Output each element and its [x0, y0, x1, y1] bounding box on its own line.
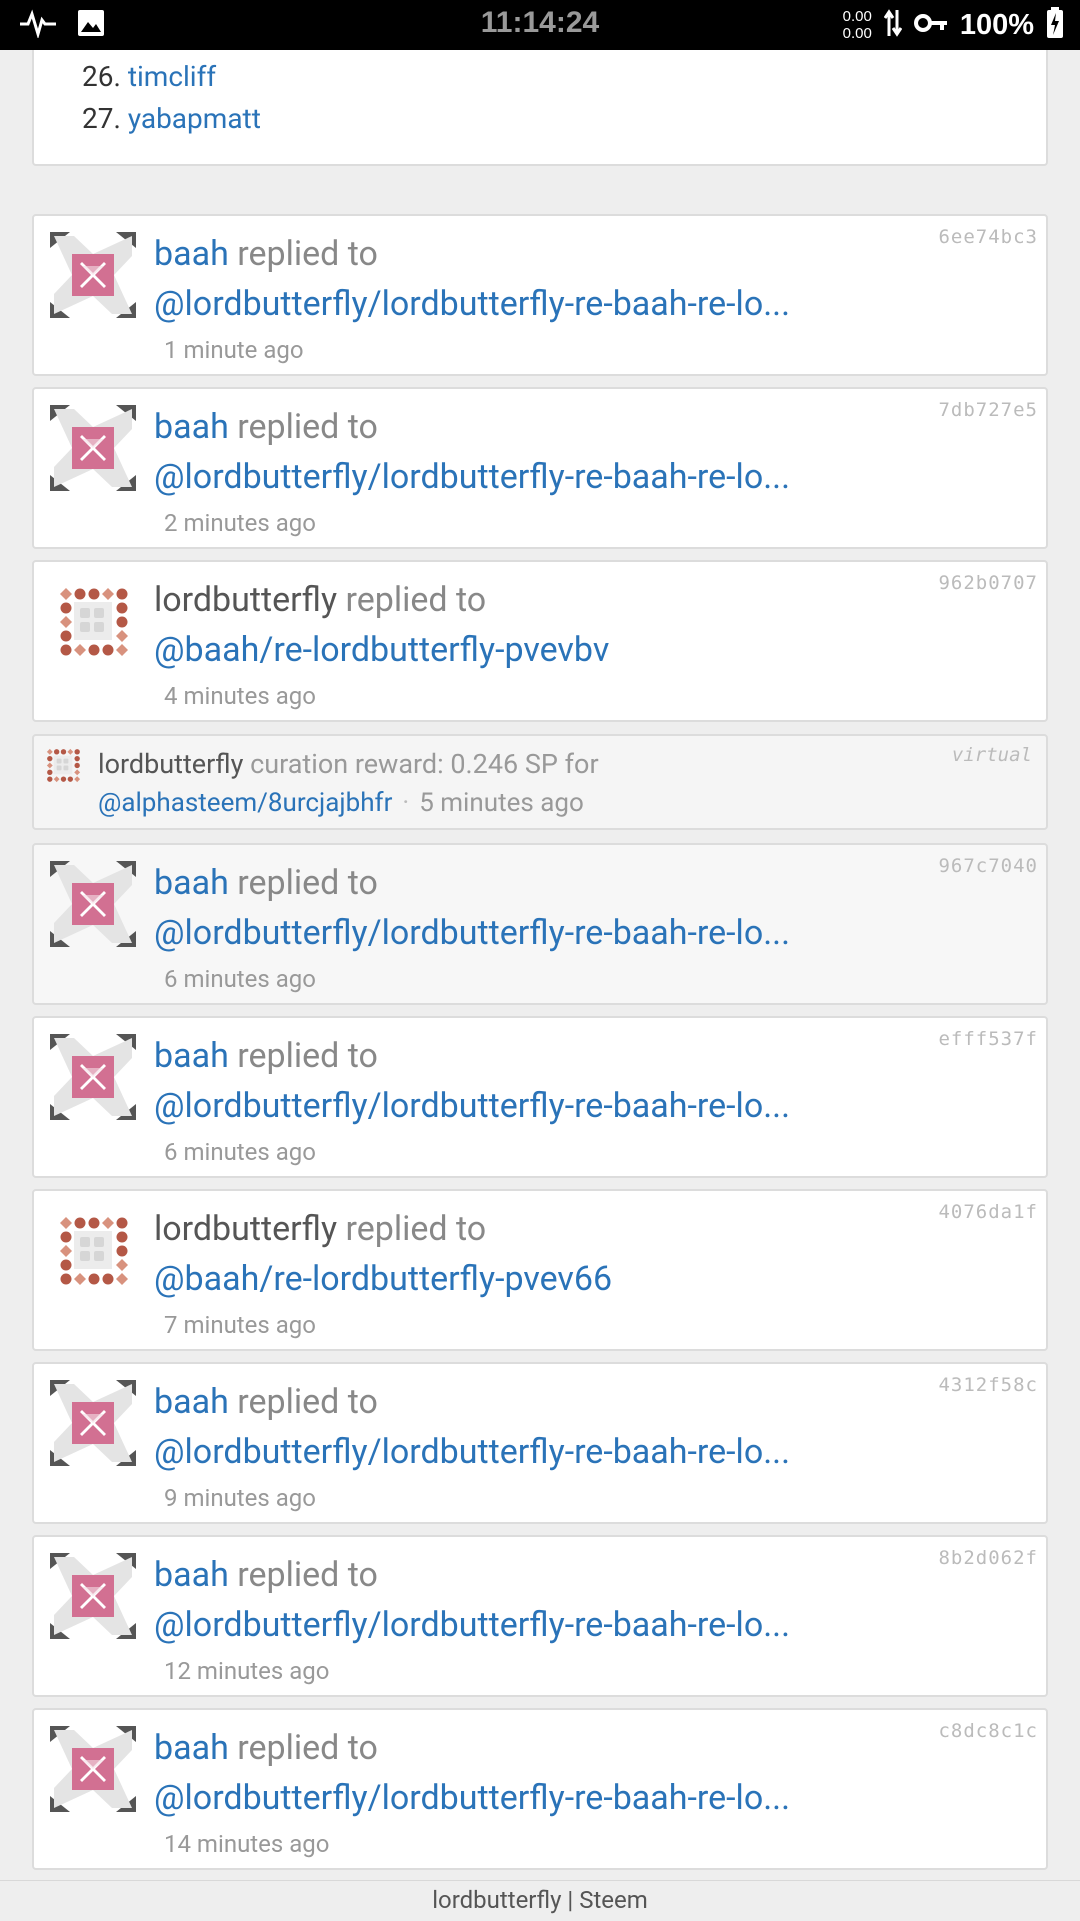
virtual-op-row: lordbutterfly curation reward: 0.246 SP …	[32, 734, 1048, 830]
user-link[interactable]: baah	[154, 407, 229, 447]
avatar[interactable]	[50, 1380, 136, 1466]
activity-card[interactable]: lordbutterfly replied to @baah/re-lordbut…	[32, 560, 1048, 722]
avatar[interactable]	[50, 578, 136, 664]
op-hash[interactable]: efff537f	[938, 1028, 1038, 1050]
activity-card[interactable]: baah replied to @lordbutterfly/lordbutter…	[32, 1535, 1048, 1697]
avatar[interactable]	[50, 1726, 136, 1812]
post-link[interactable]: @lordbutterfly/lordbutterfly-re-baah-re-…	[154, 457, 790, 497]
activity-summary: lordbutterfly replied to	[154, 580, 486, 620]
user-link[interactable]: lordbutterfly	[154, 1209, 337, 1249]
timestamp: 4 minutes ago	[164, 682, 316, 710]
activity-summary: baah replied to	[154, 1555, 378, 1595]
action-text: replied to	[237, 1555, 378, 1595]
post-link[interactable]: @baah/re-lordbutterfly-pvev66	[154, 1259, 612, 1299]
post-link[interactable]: @lordbutterfly/lordbutterfly-re-baah-re-…	[154, 913, 790, 953]
rank-item: 27. yabapmatt	[82, 102, 261, 135]
user-link[interactable]: baah	[154, 1036, 229, 1076]
rank-number: 26.	[82, 60, 121, 93]
activity-card[interactable]: baah replied to @lordbutterfly/lordbutter…	[32, 387, 1048, 549]
user-link[interactable]: lordbutterfly	[98, 748, 243, 780]
virtual-op-summary: lordbutterfly curation reward: 0.246 SP …	[98, 748, 599, 780]
activity-card[interactable]: baah replied to @lordbutterfly/lordbutter…	[32, 214, 1048, 376]
activity-card[interactable]: baah replied to @lordbutterfly/lordbutter…	[32, 843, 1048, 1005]
op-hash[interactable]: 8b2d062f	[938, 1547, 1038, 1569]
timestamp: 7 minutes ago	[164, 1311, 316, 1339]
user-link[interactable]: baah	[154, 1382, 229, 1422]
rank-user-link[interactable]: timcliff	[128, 60, 216, 93]
op-hash: virtual	[951, 744, 1032, 766]
op-hash[interactable]: 4076da1f	[938, 1201, 1038, 1223]
status-bar: 11:14:24 0.00 0.00 100%	[0, 0, 1080, 50]
activity-card[interactable]: lordbutterfly replied to @baah/re-lordbut…	[32, 1189, 1048, 1351]
activity-summary: baah replied to	[154, 863, 378, 903]
activity-summary: baah replied to	[154, 234, 378, 274]
activity-card[interactable]: baah replied to @lordbutterfly/lordbutter…	[32, 1362, 1048, 1524]
action-text: replied to	[345, 580, 487, 620]
avatar[interactable]	[42, 744, 84, 786]
virtual-op-text: curation reward: 0.246 SP for	[250, 748, 599, 780]
timestamp: 12 minutes ago	[164, 1657, 330, 1685]
rank-user-link[interactable]: yabapmatt	[128, 102, 261, 135]
post-link[interactable]: @lordbutterfly/lordbutterfly-re-baah-re-…	[154, 1605, 790, 1645]
timestamp: 1 minute ago	[164, 336, 304, 364]
op-hash[interactable]: 962b0707	[938, 572, 1038, 594]
avatar[interactable]	[50, 1207, 136, 1293]
user-link[interactable]: baah	[154, 863, 229, 903]
avatar[interactable]	[50, 405, 136, 491]
post-link[interactable]: @baah/re-lordbutterfly-pvevbv	[154, 630, 609, 670]
rank-number: 27.	[82, 102, 121, 135]
post-link[interactable]: @lordbutterfly/lordbutterfly-re-baah-re-…	[154, 284, 790, 324]
activity-summary: baah replied to	[154, 407, 378, 447]
timestamp: 6 minutes ago	[164, 1138, 316, 1166]
activity-card[interactable]: baah replied to @lordbutterfly/lordbutter…	[32, 1708, 1048, 1870]
page-title-footer: lordbutterfly | Steem	[0, 1880, 1080, 1921]
action-text: replied to	[237, 1728, 378, 1768]
op-hash[interactable]: c8dc8c1c	[938, 1720, 1038, 1742]
battery-charging-icon	[1046, 7, 1064, 43]
rank-item: 26. timcliff	[82, 60, 216, 93]
virtual-op-detail: @alphasteem/8urcjajbhfr · 5 minutes ago	[98, 788, 584, 818]
timestamp: 6 minutes ago	[164, 965, 316, 993]
activity-summary: baah replied to	[154, 1382, 378, 1422]
timestamp: 2 minutes ago	[164, 509, 316, 537]
avatar[interactable]	[50, 861, 136, 947]
timestamp: 5 minutes ago	[419, 788, 584, 818]
avatar[interactable]	[50, 1034, 136, 1120]
action-text: replied to	[237, 1382, 378, 1422]
user-link[interactable]: baah	[154, 234, 229, 274]
activity-summary: baah replied to	[154, 1728, 378, 1768]
timestamp: 9 minutes ago	[164, 1484, 316, 1512]
action-text: replied to	[345, 1209, 487, 1249]
avatar[interactable]	[50, 232, 136, 318]
user-link[interactable]: lordbutterfly	[154, 580, 337, 620]
network-speed: 0.00 0.00	[842, 8, 872, 42]
post-link[interactable]: @lordbutterfly/lordbutterfly-re-baah-re-…	[154, 1778, 790, 1818]
witness-ranking-card: 26. timcliff 27. yabapmatt	[32, 50, 1048, 166]
op-hash[interactable]: 4312f58c	[938, 1374, 1038, 1396]
user-link[interactable]: baah	[154, 1728, 229, 1768]
data-arrows-icon	[883, 8, 903, 42]
timestamp: 14 minutes ago	[164, 1830, 330, 1858]
battery-level: 100%	[959, 8, 1034, 41]
user-link[interactable]: baah	[154, 1555, 229, 1595]
action-text: replied to	[237, 407, 378, 447]
vpn-key-icon	[913, 12, 948, 38]
separator: ·	[402, 788, 410, 818]
activity-summary: baah replied to	[154, 1036, 378, 1076]
op-hash[interactable]: 6ee74bc3	[938, 226, 1038, 248]
activity-summary: lordbutterfly replied to	[154, 1209, 486, 1249]
avatar[interactable]	[50, 1553, 136, 1639]
activity-card[interactable]: baah replied to @lordbutterfly/lordbutter…	[32, 1016, 1048, 1178]
post-link[interactable]: @lordbutterfly/lordbutterfly-re-baah-re-…	[154, 1086, 790, 1126]
action-text: replied to	[237, 234, 378, 274]
post-link[interactable]: @lordbutterfly/lordbutterfly-re-baah-re-…	[154, 1432, 790, 1472]
action-text: replied to	[237, 1036, 378, 1076]
op-hash[interactable]: 7db727e5	[938, 399, 1038, 421]
post-link[interactable]: @alphasteem/8urcjajbhfr	[98, 788, 392, 818]
op-hash[interactable]: 967c7040	[938, 855, 1038, 877]
action-text: replied to	[237, 863, 378, 903]
